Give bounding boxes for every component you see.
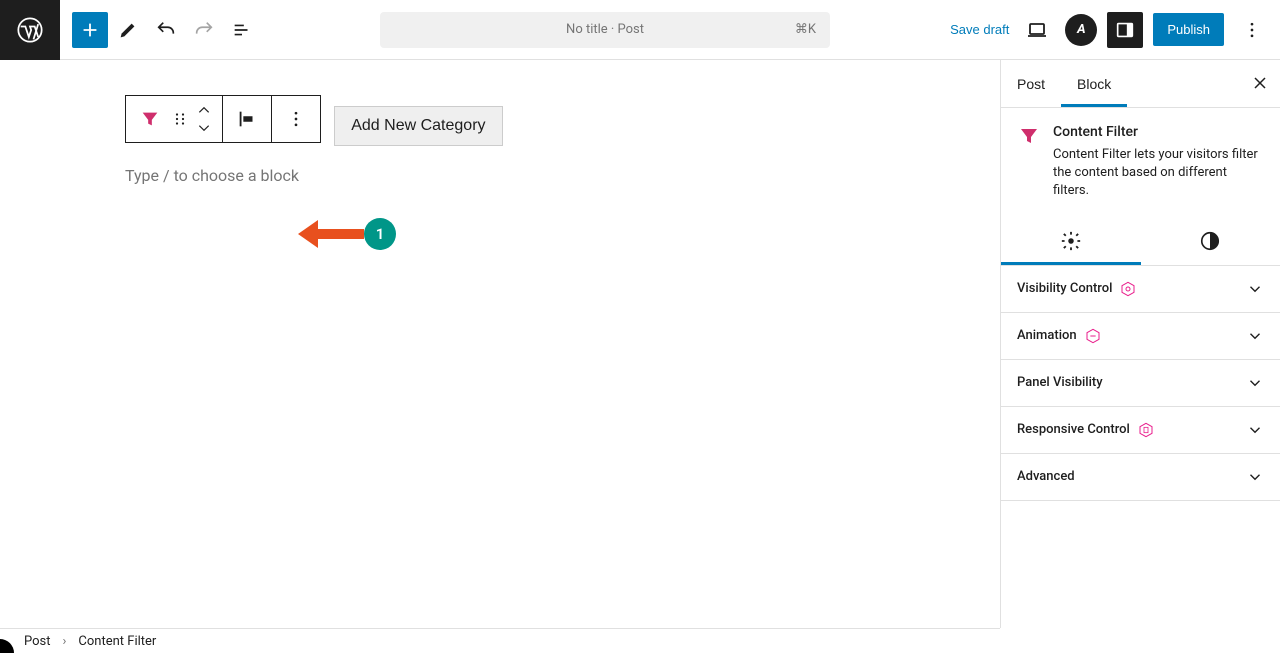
wp-logo[interactable]: [0, 0, 60, 60]
filter-icon: [1017, 124, 1041, 148]
more-options-button[interactable]: [1234, 12, 1270, 48]
kebab-icon: [1242, 20, 1262, 40]
panel-advanced[interactable]: Advanced: [1001, 454, 1280, 501]
sidebar-tabs: Post Block: [1001, 60, 1280, 108]
document-title: No title · Post: [566, 22, 644, 37]
tab-block[interactable]: Block: [1061, 60, 1127, 107]
align-left-icon: [236, 108, 258, 130]
redo-button[interactable]: [186, 12, 222, 48]
subtab-styles[interactable]: [1141, 217, 1280, 265]
block-toolbar: [125, 95, 321, 143]
panel-label: Panel Visibility: [1017, 375, 1103, 390]
add-new-category-button[interactable]: Add New Category: [334, 106, 502, 146]
toolbar-center: No title · Post ⌘K: [260, 12, 950, 48]
chevron-right-icon: ›: [63, 634, 67, 649]
chevron-down-icon: [1246, 327, 1264, 345]
motion-badge-icon: [1085, 328, 1101, 344]
gear-icon: [1060, 230, 1082, 252]
publish-button[interactable]: Publish: [1153, 13, 1224, 46]
close-icon: [1250, 73, 1270, 93]
block-options-button[interactable]: [278, 101, 314, 137]
drag-icon: [171, 110, 189, 128]
drag-handle[interactable]: [168, 101, 192, 137]
toolbar-left: [60, 12, 260, 48]
editor-canvas[interactable]: Add New Category Type / to choose a bloc…: [0, 60, 1000, 628]
arrow-left-icon: [296, 218, 366, 250]
command-shortcut: ⌘K: [795, 22, 816, 37]
chevron-up-icon: [197, 105, 211, 115]
annotation: 1: [296, 218, 396, 250]
inspector-subtabs: [1001, 217, 1280, 266]
breadcrumb-current[interactable]: Content Filter: [78, 634, 156, 649]
block-info: Content Filter Content Filter lets your …: [1001, 108, 1280, 217]
device-badge-icon: [1138, 422, 1154, 438]
main-area: Add New Category Type / to choose a bloc…: [0, 60, 1280, 628]
filter-icon: [139, 108, 161, 130]
settings-sidebar: Post Block Content Filter Content Filter…: [1000, 60, 1280, 628]
panel-animation[interactable]: Animation: [1001, 313, 1280, 360]
list-icon: [231, 19, 253, 41]
kebab-icon: [286, 109, 306, 129]
document-overview-button[interactable]: [224, 12, 260, 48]
align-button[interactable]: [229, 101, 265, 137]
chevron-down-icon: [1246, 468, 1264, 486]
close-sidebar-button[interactable]: [1248, 72, 1272, 96]
add-block-button[interactable]: [72, 12, 108, 48]
block-appender-placeholder[interactable]: Type / to choose a block: [125, 166, 1000, 185]
plugin-badge[interactable]: A: [1065, 14, 1097, 46]
panel-panel-visibility[interactable]: Panel Visibility: [1001, 360, 1280, 407]
plus-icon: [79, 19, 101, 41]
subtab-settings[interactable]: [1001, 217, 1141, 265]
annotation-badge: 1: [364, 218, 396, 250]
block-type-button[interactable]: [132, 101, 168, 137]
panel-responsive-control[interactable]: Responsive Control: [1001, 407, 1280, 454]
move-down-button[interactable]: [192, 119, 216, 137]
laptop-icon: [1025, 18, 1049, 42]
chevron-down-icon: [197, 123, 211, 133]
panel-label: Responsive Control: [1017, 422, 1130, 437]
top-toolbar: No title · Post ⌘K Save draft A Publish: [0, 0, 1280, 60]
settings-sidebar-toggle[interactable]: [1107, 12, 1143, 48]
chevron-down-icon: [1246, 374, 1264, 392]
wordpress-icon: [16, 16, 44, 44]
save-draft-button[interactable]: Save draft: [950, 22, 1009, 37]
block-title: Content Filter: [1053, 124, 1264, 140]
move-controls: [192, 101, 216, 137]
contrast-icon: [1199, 230, 1221, 252]
breadcrumb: Post › Content Filter: [0, 628, 1000, 653]
panel-visibility-control[interactable]: Visibility Control: [1001, 266, 1280, 313]
panel-label: Animation: [1017, 328, 1077, 343]
move-up-button[interactable]: [192, 101, 216, 119]
chevron-down-icon: [1246, 280, 1264, 298]
breadcrumb-root[interactable]: Post: [24, 634, 51, 649]
sidebar-icon: [1114, 19, 1136, 41]
chevron-down-icon: [1246, 421, 1264, 439]
block-icon: [1017, 124, 1041, 201]
tab-post[interactable]: Post: [1001, 60, 1061, 107]
panel-label: Visibility Control: [1017, 281, 1112, 296]
view-desktop-button[interactable]: [1019, 12, 1055, 48]
toolbar-right: Save draft A Publish: [950, 12, 1280, 48]
pencil-icon: [117, 19, 139, 41]
undo-icon: [155, 19, 177, 41]
block-description: Content Filter lets your visitors filter…: [1053, 146, 1264, 201]
eye-badge-icon: [1120, 281, 1136, 297]
panel-label: Advanced: [1017, 469, 1075, 484]
undo-button[interactable]: [148, 12, 184, 48]
document-title-bar[interactable]: No title · Post ⌘K: [380, 12, 830, 48]
edit-tool-button[interactable]: [110, 12, 146, 48]
redo-icon: [193, 19, 215, 41]
